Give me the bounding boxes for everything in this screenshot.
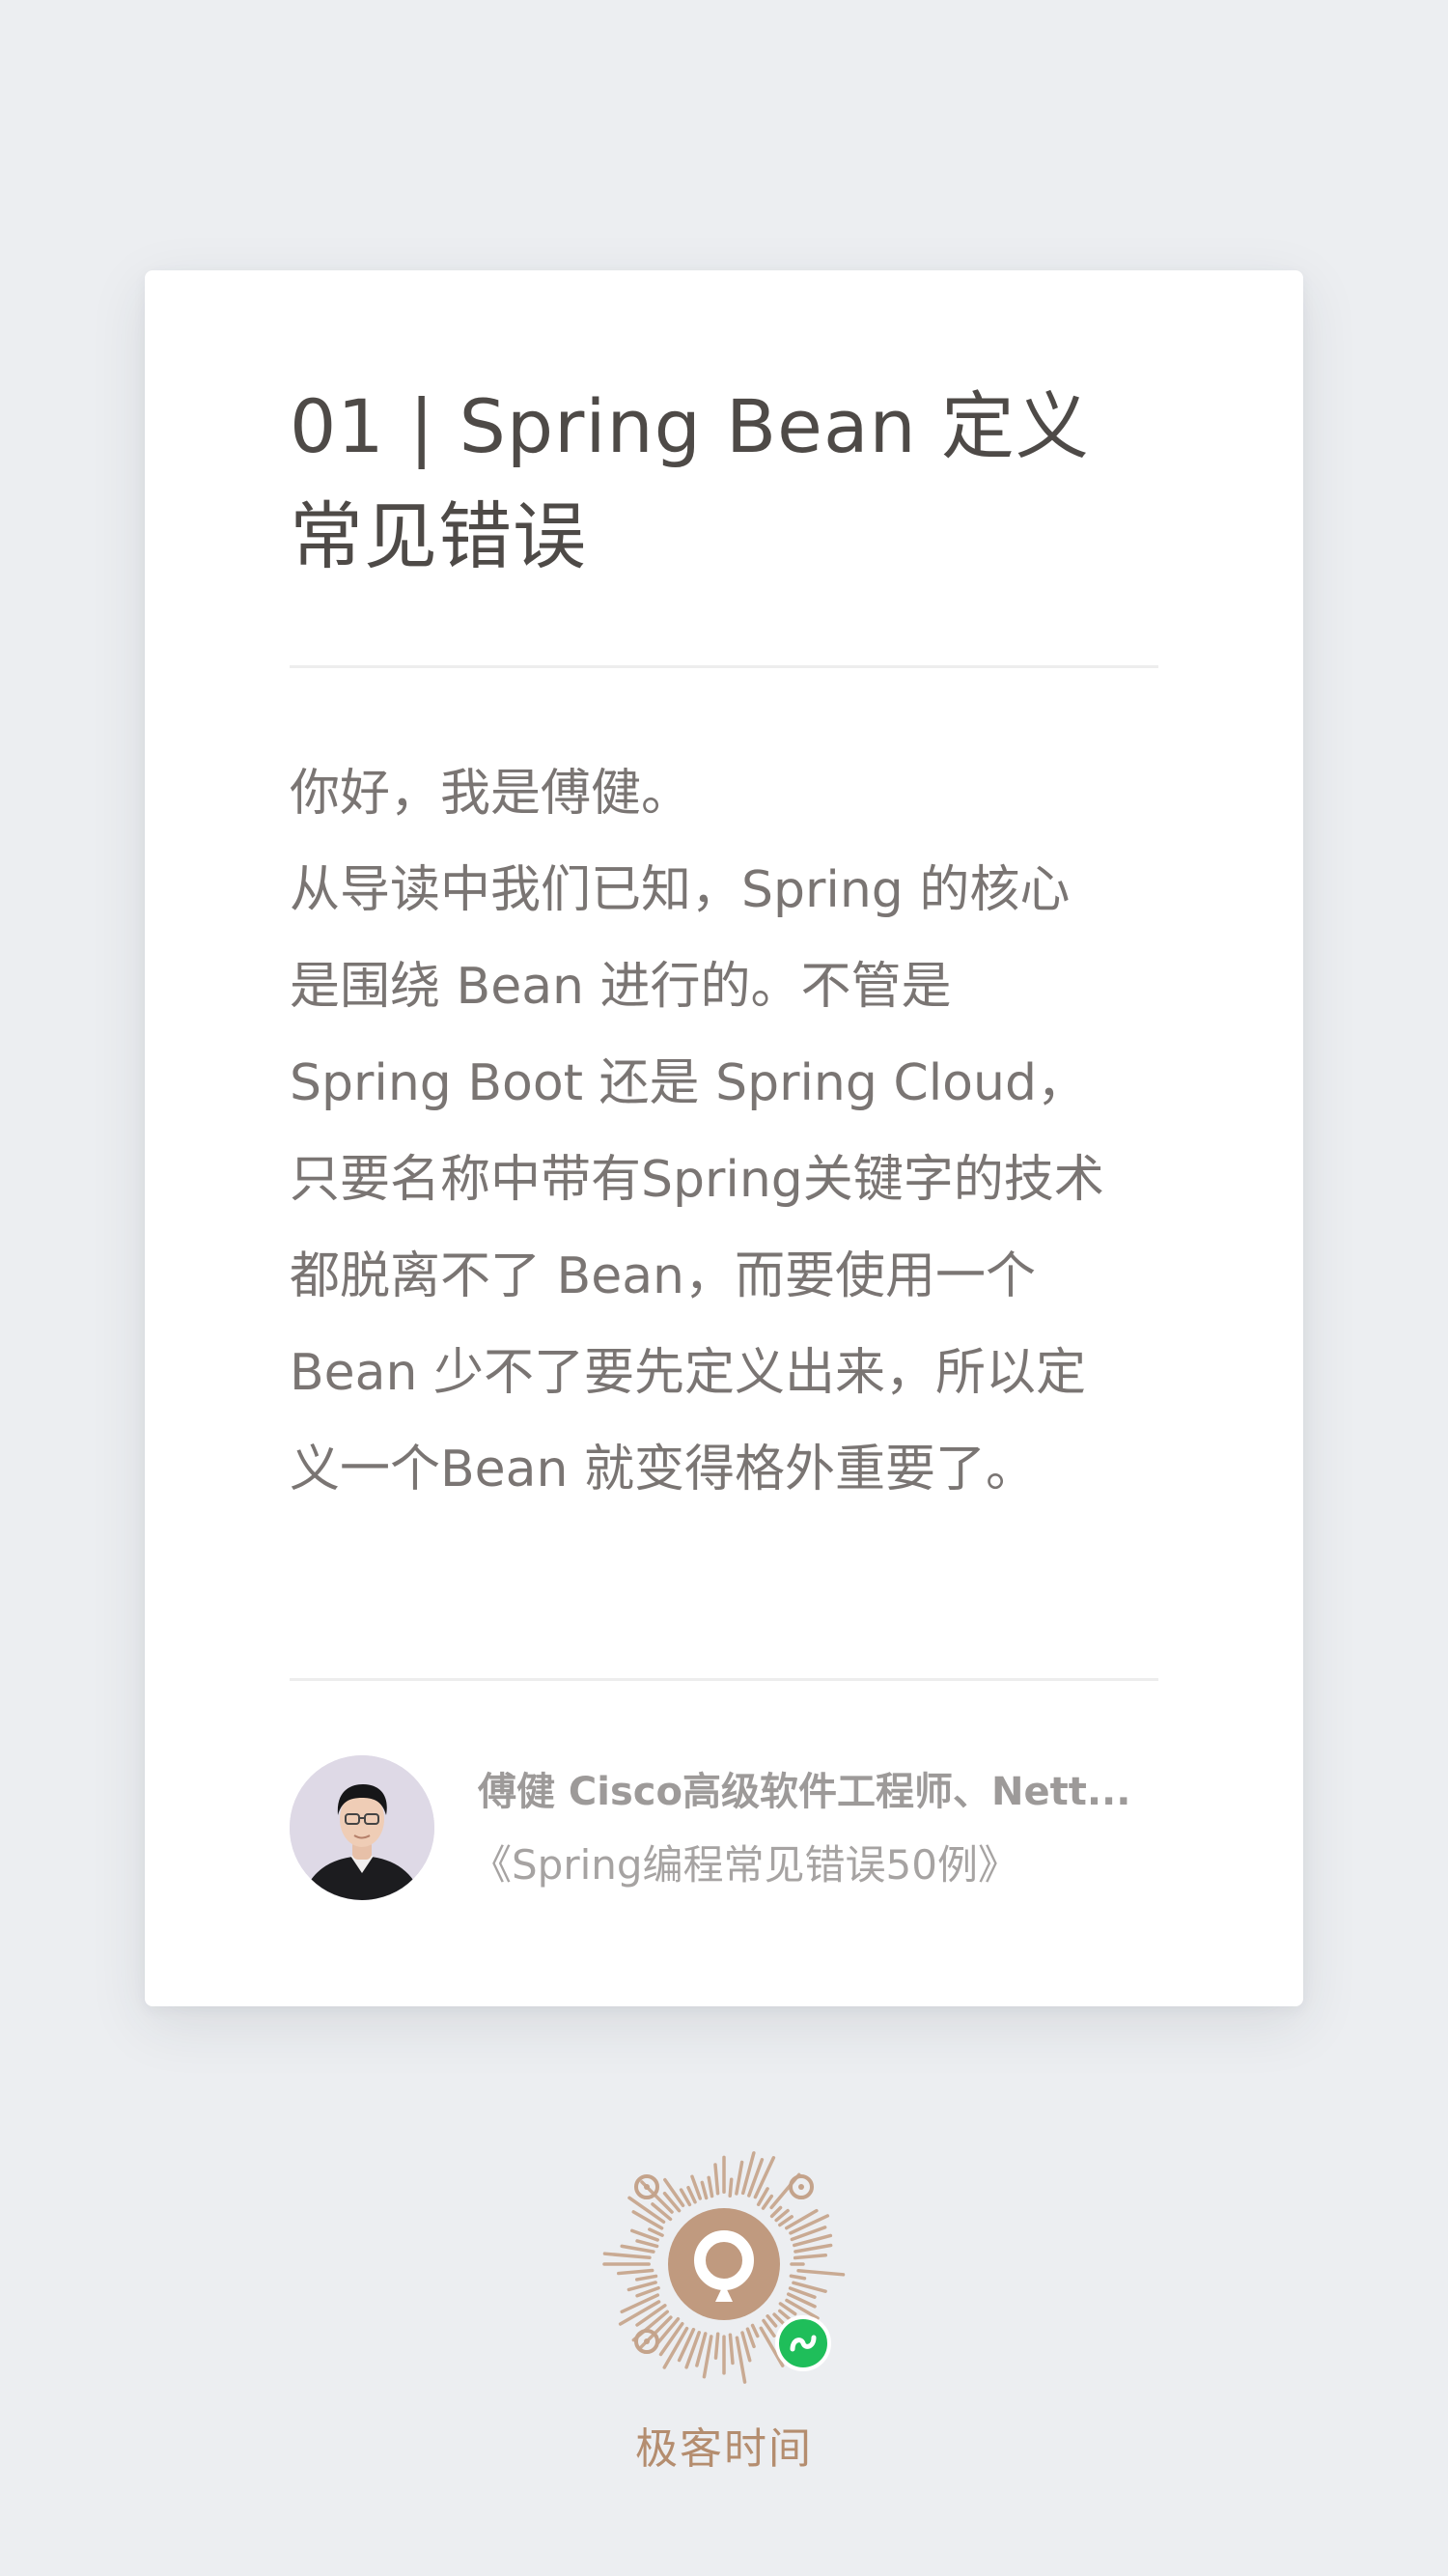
qr-ray: [702, 2335, 713, 2379]
qr-ray: [663, 2177, 685, 2208]
qr-ray: [728, 2333, 735, 2366]
qr-ray: [766, 2314, 778, 2328]
qr-ray: [735, 2160, 744, 2196]
qr-ray: [686, 2185, 697, 2204]
title-divider: [290, 665, 1158, 668]
article-card: 01 | Spring Bean 定义 常见错误 你好，我是傅健。 从导读中我们…: [145, 270, 1303, 2006]
qr-ray: [713, 2332, 720, 2360]
qr-ray: [785, 2208, 819, 2230]
qr-ray: [655, 2316, 681, 2345]
qr-ray: [789, 2274, 807, 2281]
qr-ray: [735, 2336, 747, 2384]
qr-ray: [648, 2227, 664, 2237]
qr-ray: [635, 2274, 658, 2282]
mini-program-qr-icon[interactable]: [599, 2139, 849, 2390]
footer-divider: [290, 1678, 1158, 1681]
qr-ray: [745, 2327, 756, 2349]
article-excerpt: 你好，我是傅健。 从导读中我们已知，Spring 的核心 是围绕 Bean 进行…: [290, 745, 1158, 1518]
qr-ray: [620, 2293, 660, 2314]
qr-ray: [602, 2252, 652, 2260]
qr-ray: [793, 2254, 827, 2260]
qr-ray: [713, 2163, 720, 2196]
author-avatar: [290, 1755, 434, 1900]
qr-ray: [617, 2268, 654, 2276]
excerpt-paragraph: 从导读中我们已知，Spring 的核心 是围绕 Bean 进行的。不管是 Spr…: [290, 861, 1104, 1498]
author-info: 傅健 Cisco高级软件工程师、Nett...: [478, 1770, 1131, 1814]
qr-ray: [627, 2281, 657, 2292]
qr-ray: [707, 2175, 714, 2198]
qr-ray: [620, 2244, 655, 2254]
course-name: 《Spring编程常见错误50例》: [471, 1841, 1018, 1889]
qr-ray: [789, 2214, 830, 2235]
qr-ray: [631, 2210, 664, 2230]
wechat-mini-program-icon: [775, 2315, 831, 2371]
qr-ray: [796, 2268, 846, 2277]
qr-ray: [750, 2323, 760, 2338]
qr-ray: [728, 2177, 734, 2198]
excerpt-greeting: 你好，我是傅健。: [290, 765, 692, 823]
article-title: 01 | Spring Bean 定义 常见错误: [290, 383, 1090, 579]
qr-ray: [794, 2243, 833, 2254]
brand-name: 极客时间: [635, 2424, 813, 2474]
qr-ray: [635, 2239, 659, 2249]
qr-ray: [769, 2205, 783, 2219]
qr-ray: [700, 2180, 709, 2200]
